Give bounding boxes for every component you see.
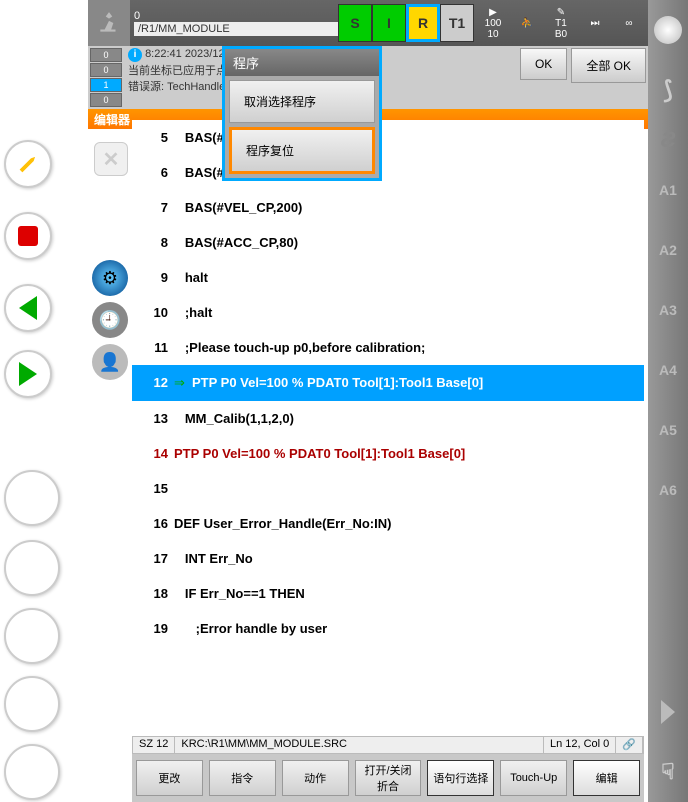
axis-a5[interactable]: A5 bbox=[648, 400, 688, 460]
code-line: 16DEF User_Error_Handle(Err_No:IN) bbox=[132, 506, 644, 541]
stop-icon bbox=[18, 226, 38, 246]
status-file: KRC:\R1\MM\MM_MODULE.SRC bbox=[175, 737, 544, 753]
all-ok-button[interactable]: 全部 OK bbox=[571, 48, 646, 83]
play-left-icon bbox=[19, 296, 37, 320]
top-status-bar: 0 /R1/MM_MODULE S I R T1 ▶ 10010 ⛹ ✎T1B0… bbox=[88, 0, 648, 46]
mode-s[interactable]: S bbox=[338, 4, 372, 42]
step-back-button[interactable] bbox=[4, 284, 52, 332]
gear-icon[interactable]: ⚙ bbox=[92, 260, 128, 296]
badge: 0 bbox=[90, 93, 122, 107]
right-hand-button[interactable]: ☟ bbox=[648, 742, 688, 802]
sigma-icon[interactable]: Ƨ bbox=[648, 120, 688, 160]
code-line-current: 12⇒PTP P0 Vel=100 % PDAT0 Tool[1]:Tool1 … bbox=[132, 365, 644, 401]
mode-r[interactable]: R bbox=[406, 4, 440, 42]
globe-icon bbox=[654, 16, 682, 44]
btn-touchup[interactable]: Touch-Up bbox=[500, 760, 567, 796]
code-line: 7 BAS(#VEL_CP,200) bbox=[132, 190, 644, 225]
axis-a6[interactable]: A6 bbox=[648, 460, 688, 520]
left-sidebar bbox=[0, 0, 88, 802]
tool-icon[interactable]: ✎T1B0 bbox=[546, 3, 576, 43]
jog-a4[interactable] bbox=[4, 676, 60, 732]
code-line: 17 INT Err_No bbox=[132, 541, 644, 576]
btn-line-select[interactable]: 语句行选择 bbox=[427, 760, 494, 796]
program-dropdown: 程序 取消选择程序 程序复位 bbox=[222, 46, 382, 181]
jog-a1[interactable] bbox=[4, 470, 60, 526]
code-line: 13 MM_Calib(1,1,2,0) bbox=[132, 401, 644, 436]
ok-button[interactable]: OK bbox=[520, 48, 567, 80]
play-icon bbox=[661, 700, 675, 724]
status-cursor: Ln 12, Col 0 bbox=[544, 737, 616, 753]
speed-indicator[interactable]: ▶ 10010 bbox=[478, 3, 508, 43]
code-line: 15 bbox=[132, 471, 644, 506]
badge: 0 bbox=[90, 48, 122, 62]
code-line: 5 BAS(#VEL_PT bbox=[132, 120, 644, 155]
run-mode-icon[interactable]: ⛹ bbox=[512, 3, 542, 43]
dropdown-title: 程序 bbox=[225, 49, 379, 76]
program-pointer-icon: ⇒ bbox=[174, 375, 192, 391]
btn-motion[interactable]: 动作 bbox=[282, 760, 349, 796]
right-sidebar: ⟆ Ƨ A1 A2 A3 A4 A5 A6 ☟ bbox=[648, 0, 688, 802]
clock-icon[interactable]: 🕘 bbox=[92, 302, 128, 338]
code-editor[interactable]: 5 BAS(#VEL_PT 6 BAS(#ACC_PT 7 BAS(#VEL_C… bbox=[132, 120, 644, 738]
badge-active: 1 bbox=[90, 78, 122, 92]
axis-a4[interactable]: A4 bbox=[648, 340, 688, 400]
jog-a3[interactable] bbox=[4, 608, 60, 664]
code-line: 8 BAS(#ACC_CP,80) bbox=[132, 225, 644, 260]
code-line: 19 ;Error handle by user bbox=[132, 611, 644, 646]
mode-i[interactable]: I bbox=[372, 4, 406, 42]
axis-a2[interactable]: A2 bbox=[648, 220, 688, 280]
jog-a2[interactable] bbox=[4, 540, 60, 596]
curve-icon[interactable]: ⟆ bbox=[648, 60, 688, 120]
robot-icon[interactable] bbox=[88, 0, 130, 46]
msg-source: 错误源: TechHandler bbox=[128, 81, 229, 93]
top-zero: 0 bbox=[134, 10, 338, 22]
btn-instruction[interactable]: 指令 bbox=[209, 760, 276, 796]
play-right-icon bbox=[19, 362, 37, 386]
btn-edit[interactable]: 编辑 bbox=[573, 760, 640, 796]
link-icon: 🔗 bbox=[616, 737, 643, 753]
globe-button[interactable] bbox=[648, 0, 688, 60]
skip-icon[interactable]: ⏭ bbox=[580, 3, 610, 43]
edit-button[interactable] bbox=[4, 140, 52, 188]
msg-count-badges: 0 0 1 0 bbox=[90, 48, 124, 107]
btn-fold[interactable]: 打开/关闭 折合 bbox=[355, 760, 422, 796]
badge: 0 bbox=[90, 63, 122, 77]
btn-change[interactable]: 更改 bbox=[136, 760, 203, 796]
stop-button[interactable] bbox=[4, 212, 52, 260]
code-line: 10 ;halt bbox=[132, 295, 644, 330]
jog-a5[interactable] bbox=[4, 744, 60, 800]
program-path: /R1/MM_MODULE bbox=[134, 22, 338, 36]
bottom-toolbar: 更改 指令 动作 打开/关闭 折合 语句行选择 Touch-Up 编辑 bbox=[132, 754, 644, 802]
status-bar: SZ 12 KRC:\R1\MM\MM_MODULE.SRC Ln 12, Co… bbox=[132, 736, 644, 754]
pencil-icon bbox=[14, 150, 42, 178]
mode-indicators: S I R T1 bbox=[338, 4, 474, 42]
axis-a3[interactable]: A3 bbox=[648, 280, 688, 340]
right-play-button[interactable] bbox=[648, 682, 688, 742]
code-line: 9 halt bbox=[132, 260, 644, 295]
status-sz: SZ 12 bbox=[133, 737, 175, 753]
infinity-icon[interactable]: ∞ bbox=[614, 3, 644, 43]
gutter: ⚙ 🕘 👤 bbox=[88, 120, 132, 386]
axis-a1[interactable]: A1 bbox=[648, 160, 688, 220]
dropdown-cancel-select[interactable]: 取消选择程序 bbox=[229, 80, 375, 123]
user-icon[interactable]: 👤 bbox=[92, 344, 128, 380]
step-forward-button[interactable] bbox=[4, 350, 52, 398]
dropdown-reset-program[interactable]: 程序复位 bbox=[229, 127, 375, 174]
code-line: 18 IF Err_No==1 THEN bbox=[132, 576, 644, 611]
code-line: 6 BAS(#ACC_PT bbox=[132, 155, 644, 190]
code-line: 11 ;Please touch-up p0,before calibratio… bbox=[132, 330, 644, 365]
robot-arm-icon bbox=[96, 10, 122, 36]
info-icon: i bbox=[128, 48, 142, 62]
mode-t1[interactable]: T1 bbox=[440, 4, 474, 42]
code-line-modified: 14PTP P0 Vel=100 % PDAT0 Tool[1]:Tool1 B… bbox=[132, 436, 644, 471]
